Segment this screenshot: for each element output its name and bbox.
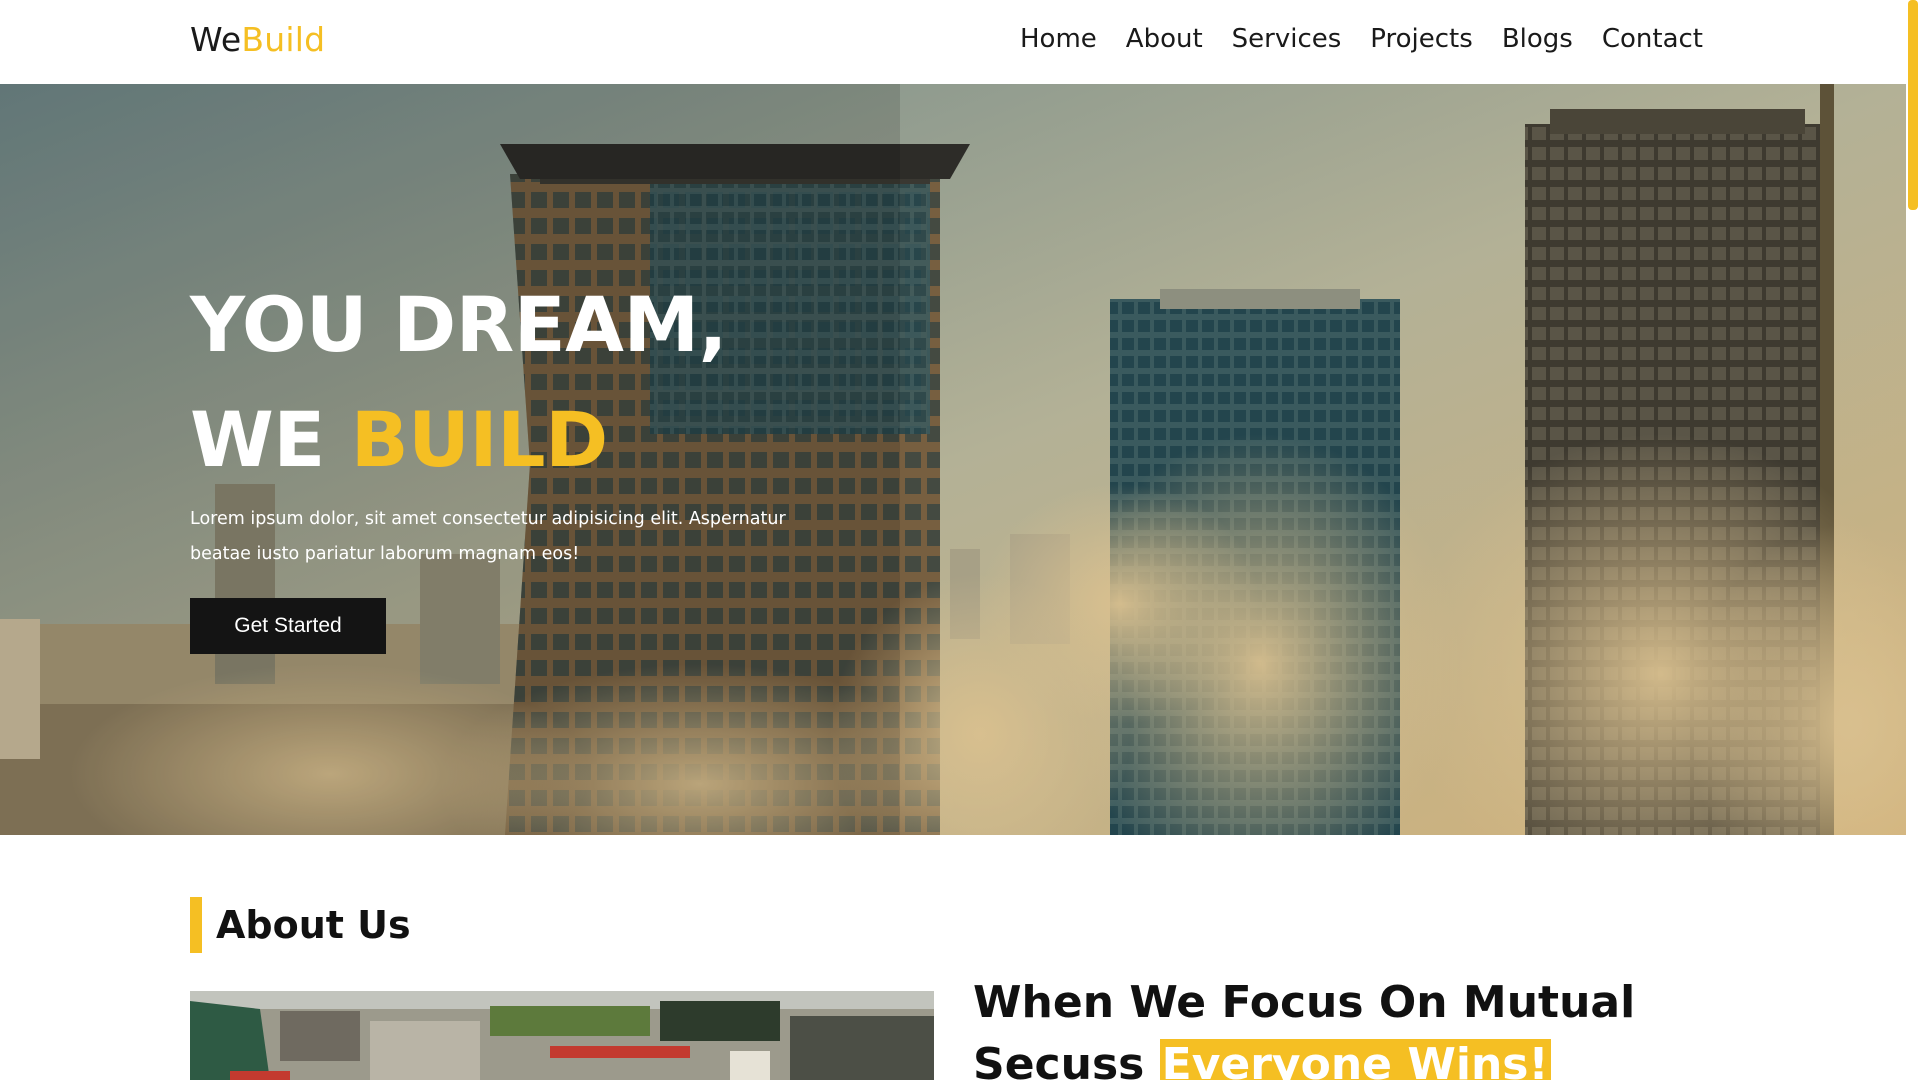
- nav-home-link[interactable]: Home: [1020, 24, 1097, 54]
- hero-title-line-1: YOU DREAM,: [190, 280, 727, 369]
- logo-text-we: We: [190, 20, 242, 59]
- nav-blogs-link[interactable]: Blogs: [1502, 24, 1573, 54]
- scrollbar-thumb[interactable]: [1908, 0, 1918, 210]
- nav-projects-link[interactable]: Projects: [1370, 24, 1473, 54]
- about-headline: When We Focus On Mutual Secuss Everyone …: [973, 972, 1673, 1080]
- heading-accent-bar: [190, 897, 202, 953]
- hero-section: YOU DREAM, WE BUILD Lorem ipsum dolor, s…: [0, 84, 1906, 835]
- site-logo[interactable]: WeBuild: [190, 20, 325, 59]
- nav-contact-link[interactable]: Contact: [1602, 24, 1703, 54]
- hero-title-line-2: WE BUILD: [190, 395, 608, 484]
- about-headline-highlight: Everyone Wins!: [1159, 1039, 1551, 1080]
- about-section-heading: About Us: [190, 897, 411, 953]
- construction-site-image: [190, 991, 934, 1080]
- hero-title-build: BUILD: [350, 395, 608, 484]
- logo-text-build: Build: [241, 20, 326, 59]
- site-header: WeBuild Home About Services Projects Blo…: [0, 0, 1906, 84]
- page: WeBuild Home About Services Projects Blo…: [0, 0, 1906, 1080]
- nav-about-link[interactable]: About: [1126, 24, 1203, 54]
- nav-services-link[interactable]: Services: [1232, 24, 1342, 54]
- get-started-button[interactable]: Get Started: [190, 598, 386, 654]
- hero-title-we: WE: [190, 395, 325, 484]
- about-heading-text: About Us: [216, 903, 411, 947]
- hero-description: Lorem ipsum dolor, sit amet consectetur …: [190, 509, 786, 564]
- about-image: [190, 991, 934, 1080]
- main-nav: Home About Services Projects Blogs Conta…: [1020, 24, 1703, 54]
